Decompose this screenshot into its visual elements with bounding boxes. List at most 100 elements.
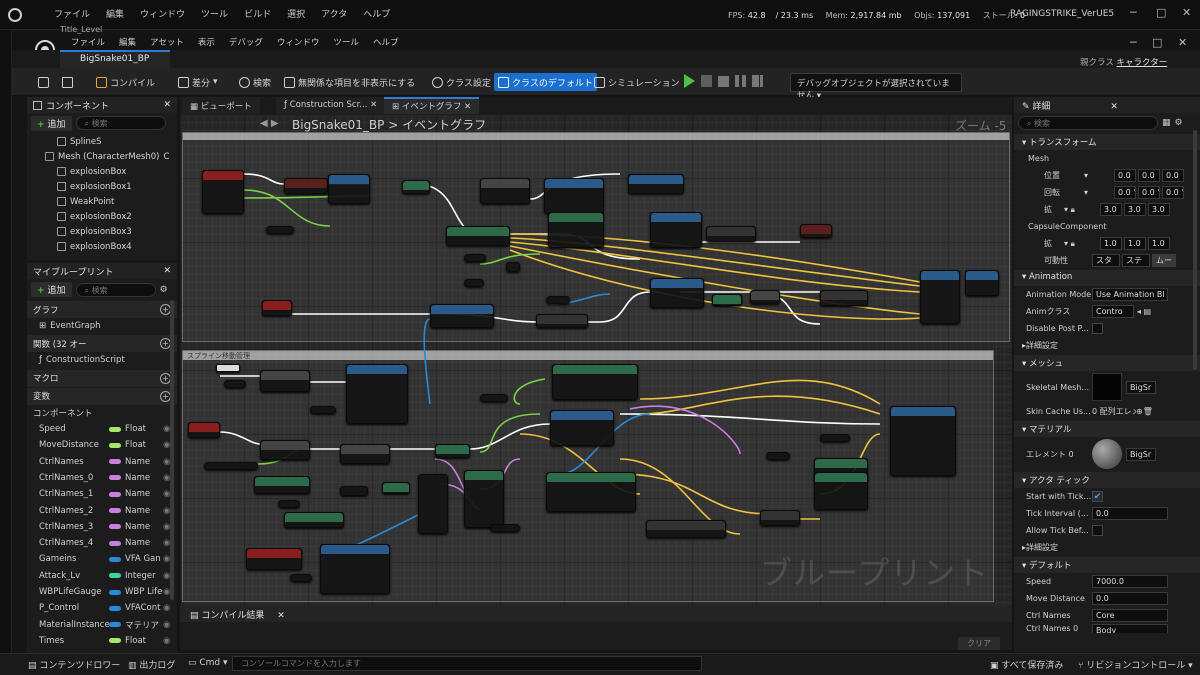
outer-close-icon[interactable]: ✕ bbox=[1182, 6, 1191, 19]
function-node[interactable] bbox=[650, 212, 702, 248]
variable-item[interactable]: MaterialInstanceD マテリア ◉ bbox=[27, 616, 177, 632]
component-item[interactable]: explosionBox4 bbox=[27, 239, 177, 254]
section-material[interactable]: ▾ マテリアル bbox=[1014, 421, 1200, 437]
function-node[interactable] bbox=[446, 226, 510, 246]
variable-item[interactable]: P_Control VFACont ◉ bbox=[27, 600, 177, 616]
variable-node[interactable] bbox=[216, 364, 240, 372]
section-mesh[interactable]: ▾ メッシュ bbox=[1014, 355, 1200, 371]
graph-item-eventgraph[interactable]: ⊞ EventGraph bbox=[27, 318, 177, 334]
bp-close-icon[interactable]: ✕ bbox=[1178, 36, 1187, 49]
timer-node[interactable] bbox=[544, 178, 604, 214]
function-node[interactable] bbox=[260, 440, 310, 460]
hide-unrelated-button[interactable]: 無関係な項目を非表示にする bbox=[280, 73, 419, 91]
function-node[interactable] bbox=[750, 290, 780, 304]
variable-node[interactable] bbox=[418, 474, 448, 534]
outer-menu-window[interactable]: ウィンドウ bbox=[132, 7, 193, 20]
delete-icon[interactable]: 🗑︎ bbox=[1143, 407, 1153, 416]
play-icon[interactable] bbox=[684, 74, 695, 88]
component-item[interactable]: explosionBox1 bbox=[27, 179, 177, 194]
variable-item[interactable]: WBPLifeGauge WBP Life ◉ bbox=[27, 584, 177, 600]
details-search-input[interactable]: ⌕ 検索 bbox=[1018, 116, 1158, 130]
class-settings-button[interactable]: クラス設定 bbox=[428, 73, 495, 91]
tick-interval-input[interactable]: 0.0 bbox=[1092, 507, 1168, 520]
function-node[interactable] bbox=[284, 512, 344, 528]
variable-item[interactable]: Times Float ◉ bbox=[27, 633, 177, 649]
variable-node[interactable] bbox=[464, 279, 484, 287]
capsule-scale-y[interactable]: 1.0 bbox=[1124, 237, 1146, 250]
function-node[interactable] bbox=[550, 410, 614, 446]
function-node[interactable] bbox=[965, 270, 999, 296]
function-node[interactable] bbox=[890, 406, 956, 476]
console-command-input[interactable]: コンソールコマンドを入力します bbox=[232, 656, 702, 671]
outer-menu-help[interactable]: ヘルプ bbox=[355, 7, 398, 20]
bp-menu-file[interactable]: ファイル bbox=[64, 36, 112, 48]
visibility-eye-icon[interactable]: ◉ bbox=[163, 636, 170, 646]
disable-post-checkbox[interactable] bbox=[1092, 323, 1103, 334]
tab-event-graph[interactable]: ⊞ イベントグラフ ✕ bbox=[384, 97, 480, 114]
breadcrumb-graph[interactable]: イベントグラフ bbox=[402, 118, 486, 132]
variable-node[interactable] bbox=[224, 380, 246, 388]
add-element-icon[interactable]: ⊕ bbox=[1136, 407, 1143, 416]
save-button[interactable] bbox=[34, 73, 53, 91]
variable-node[interactable] bbox=[820, 434, 850, 442]
bp-menu-window[interactable]: ウィンドウ bbox=[270, 36, 327, 48]
function-node[interactable] bbox=[820, 290, 868, 306]
variable-node[interactable] bbox=[766, 452, 790, 460]
variable-item[interactable]: CtrlNames_1 Name ◉ bbox=[27, 486, 177, 502]
section-variables[interactable]: 変数 + bbox=[27, 387, 177, 405]
rotation-x[interactable]: 0.0 ° bbox=[1114, 186, 1136, 199]
anim-class-select[interactable]: Contro bbox=[1092, 305, 1134, 318]
material-thumbnail[interactable] bbox=[1092, 439, 1122, 469]
function-node[interactable] bbox=[284, 178, 328, 194]
function-node[interactable] bbox=[646, 520, 726, 538]
section-functions[interactable]: 関数 (32 オー + bbox=[27, 335, 177, 353]
lock-icon[interactable]: 🔒︎ bbox=[1071, 239, 1075, 248]
variable-item[interactable]: Gameins VFA Gan ◉ bbox=[27, 551, 177, 567]
stop-icon[interactable] bbox=[718, 75, 729, 87]
skeletal-mesh-thumbnail[interactable] bbox=[1092, 373, 1122, 401]
variable-item[interactable]: CtrlNames_3 Name ◉ bbox=[27, 519, 177, 535]
variable-item[interactable]: Speed Float ◉ bbox=[27, 421, 177, 437]
variable-node[interactable] bbox=[204, 462, 258, 470]
outer-menu-tools[interactable]: ツール bbox=[193, 7, 236, 20]
scale-y[interactable]: 3.0 bbox=[1124, 203, 1146, 216]
function-node[interactable] bbox=[536, 314, 588, 328]
allow-tick-checkbox[interactable] bbox=[1092, 525, 1103, 536]
myblueprint-add-button[interactable]: + 追加 bbox=[31, 282, 72, 297]
array-node[interactable] bbox=[464, 470, 504, 528]
rotation-z[interactable]: 0.0 ° bbox=[1162, 186, 1184, 199]
variable-node[interactable] bbox=[480, 394, 508, 402]
section-animation[interactable]: ▾ Animation bbox=[1014, 270, 1200, 286]
output-log-button[interactable]: ▥ 出力ログ bbox=[128, 658, 175, 671]
function-node[interactable] bbox=[920, 270, 960, 324]
myblueprint-search-input[interactable]: ⌕ 検索 bbox=[75, 282, 156, 297]
function-node[interactable] bbox=[506, 262, 520, 272]
variable-item[interactable]: CtrlNames_0 Name ◉ bbox=[27, 470, 177, 486]
variable-item[interactable]: CtrlNames_2 Name ◉ bbox=[27, 502, 177, 518]
details-table-icon[interactable]: ▦ bbox=[1162, 118, 1171, 128]
function-node[interactable] bbox=[628, 174, 684, 194]
compile-results-close-icon[interactable]: ✕ bbox=[277, 611, 285, 621]
component-item[interactable]: SplineS bbox=[27, 134, 177, 149]
bp-menu-tools[interactable]: ツール bbox=[326, 36, 366, 48]
variable-node[interactable] bbox=[278, 500, 300, 508]
component-item[interactable]: Mesh (CharacterMesh0) C bbox=[27, 149, 177, 164]
function-node[interactable] bbox=[760, 510, 800, 526]
anim-class-browse-icon[interactable]: ◂ ▤ bbox=[1137, 307, 1151, 316]
visibility-eye-icon[interactable]: ◉ bbox=[163, 620, 170, 630]
timer-node[interactable] bbox=[430, 304, 494, 328]
section-graphs[interactable]: グラフ + bbox=[27, 301, 177, 318]
function-node[interactable] bbox=[320, 544, 390, 594]
cmd-select[interactable]: ▭ Cmd ▾ bbox=[188, 658, 228, 668]
section-defaults[interactable]: ▾ デフォルト bbox=[1014, 557, 1200, 573]
diff-button[interactable]: 差分 ▾ bbox=[174, 73, 222, 91]
bp-maximize-icon[interactable]: □ bbox=[1152, 36, 1162, 49]
simulation-button[interactable]: シミュレーション bbox=[590, 73, 684, 91]
scale-x[interactable]: 3.0 bbox=[1100, 203, 1122, 216]
material-select[interactable]: BigSr bbox=[1126, 447, 1156, 461]
event-node[interactable] bbox=[188, 422, 220, 438]
components-add-button[interactable]: + 追加 bbox=[31, 116, 72, 131]
outer-menu-edit[interactable]: 編集 bbox=[98, 7, 132, 20]
breadcrumb-nav-icons[interactable]: ◀ ▶ bbox=[260, 118, 279, 129]
variable-node[interactable] bbox=[310, 406, 336, 414]
